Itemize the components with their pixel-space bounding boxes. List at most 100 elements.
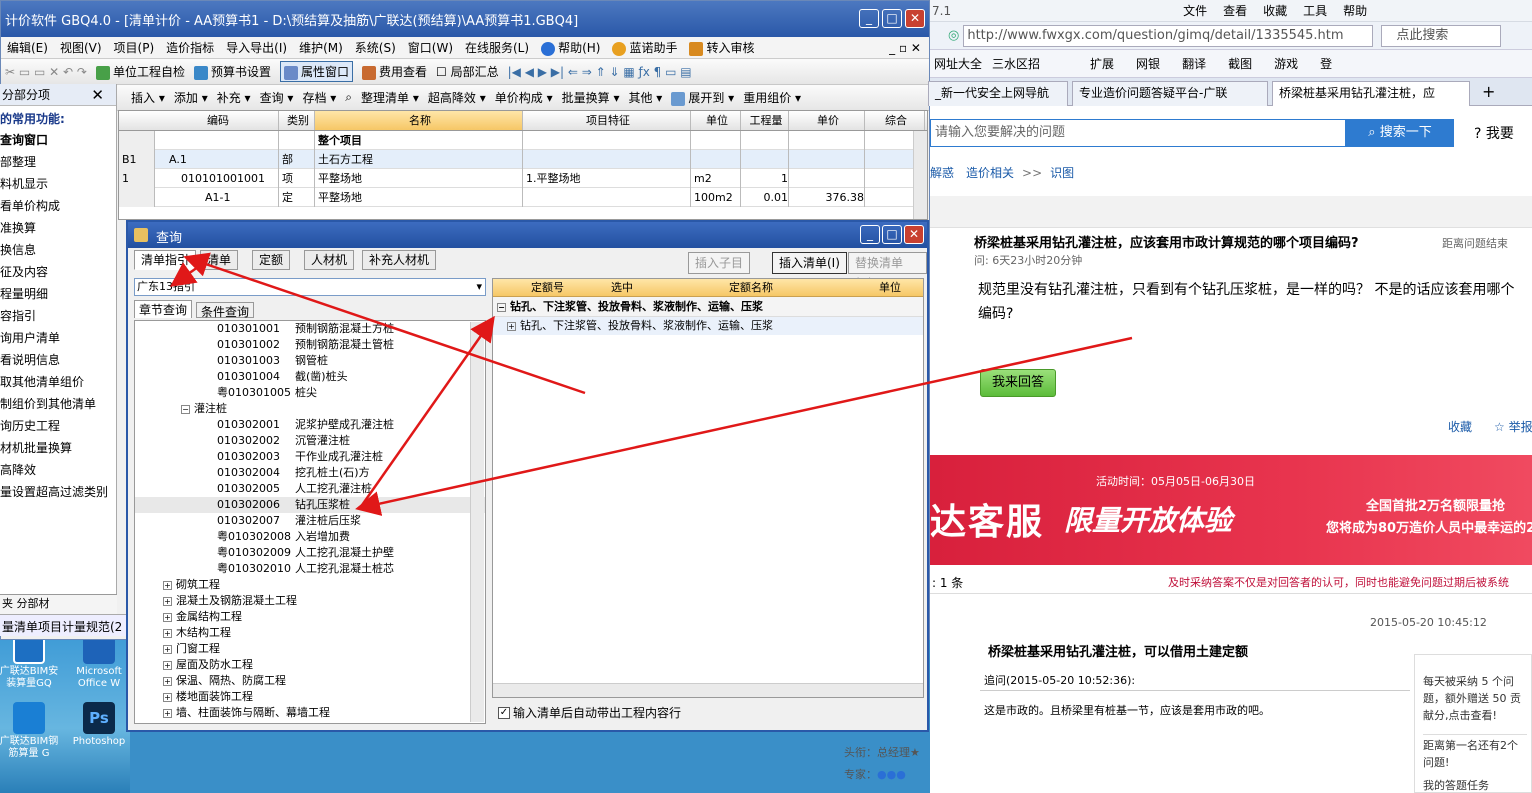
grid-row[interactable]: 1 010101001001 项平整场地 1.平整场地 m2 1 xyxy=(119,169,927,188)
fav-item[interactable]: 游戏 xyxy=(1274,55,1298,72)
close-icon[interactable]: ✕ xyxy=(91,86,104,104)
tree-node[interactable]: + 墙、柱面装饰与隔断、幕墙工程 xyxy=(135,705,485,721)
report-link[interactable]: ☆ 举报 xyxy=(1494,418,1532,435)
fav-item[interactable]: 网银 xyxy=(1136,55,1160,72)
tab-quota[interactable]: 定额 xyxy=(252,250,291,270)
tree-node[interactable]: + 金属结构工程 xyxy=(135,609,485,625)
tree-node[interactable]: 010301003 钢管桩 xyxy=(135,353,485,369)
clipboard-icons[interactable]: ✂ ▭ ▭ ✕ ↶ ↷ xyxy=(5,65,87,79)
close-button[interactable]: ✕ xyxy=(905,9,925,28)
add-menu[interactable]: 添加 ▾ xyxy=(174,89,208,106)
menu-import-export[interactable]: 导入导出(I) xyxy=(226,39,287,56)
function-item[interactable]: 材机批量换算 xyxy=(0,437,116,459)
tree-node[interactable]: + 门窗工程 xyxy=(135,641,485,657)
expand-to-menu[interactable]: 展开到 ▾ xyxy=(671,89,734,106)
collapse-icon[interactable]: − xyxy=(181,404,190,414)
tree-node[interactable]: 010302007 灌注桩后压浆 xyxy=(135,513,485,529)
fav-item[interactable]: 三水区招 xyxy=(992,55,1040,72)
subtab-condition[interactable]: 条件查询 xyxy=(196,302,255,319)
insert-menu[interactable]: 插入 ▾ xyxy=(131,89,165,106)
menu-maintain[interactable]: 维护(M) xyxy=(299,39,343,56)
desktop-icon-glodon-install[interactable]: 广联达BIM安装算量GQ xyxy=(0,632,60,690)
grid-col-header[interactable]: 工程量 xyxy=(741,111,789,130)
menu-project[interactable]: 项目(P) xyxy=(114,39,155,56)
tree-node[interactable]: 010301004 截(凿)桩头 xyxy=(135,369,485,385)
tab-list[interactable]: 清单 xyxy=(200,250,239,270)
fav-item[interactable]: 网址大全 xyxy=(934,55,982,72)
grid-row[interactable]: B1 A.1 部土石方工程 xyxy=(119,150,927,169)
tab-supplement-materials[interactable]: 补充人材机 xyxy=(362,250,437,270)
favorite-link[interactable]: 收藏 xyxy=(1448,418,1472,435)
function-item[interactable]: 容指引 xyxy=(0,305,116,327)
browser-tab-1[interactable]: _新一代安全上网导航 xyxy=(928,81,1068,106)
function-item[interactable]: 询用户清单 xyxy=(0,327,116,349)
function-item[interactable]: 高降效 xyxy=(0,459,116,481)
browser-search-input[interactable]: 点此搜索 xyxy=(1381,24,1502,47)
my-tasks-link[interactable]: 我的答题任务 xyxy=(1423,777,1527,793)
grid-col-header[interactable]: 名称 xyxy=(315,111,523,130)
function-item[interactable]: 部整理 xyxy=(0,151,116,173)
query-menu[interactable]: 查询 ▾ xyxy=(260,89,294,106)
tree-node[interactable]: + 屋面及防水工程 xyxy=(135,657,485,673)
breadcrumb-item[interactable]: 解惑 xyxy=(930,164,954,181)
function-item[interactable]: 看单价构成 xyxy=(0,195,116,217)
binoculars-icon[interactable]: ⌕ xyxy=(345,90,352,105)
tree-node[interactable]: 010302002 沉管灌注桩 xyxy=(135,433,485,449)
replace-list-button[interactable]: 替换清单(R) xyxy=(848,252,927,290)
tree-scrollbar[interactable] xyxy=(470,322,484,722)
minimize-button[interactable]: _ xyxy=(859,9,879,28)
tree-node[interactable]: + 楼地面装饰工程 xyxy=(135,689,485,705)
browser-tab-3[interactable]: 桥梁桩基采用钻孔灌注桩，应 xyxy=(1272,81,1470,106)
menu-system[interactable]: 系统(S) xyxy=(355,39,396,56)
function-item[interactable]: 征及内容 xyxy=(0,261,116,283)
height-reduction-menu[interactable]: 超高降效 ▾ xyxy=(428,89,486,106)
tree-node[interactable]: 010301002 预制钢筋混凝土管桩 xyxy=(135,337,485,353)
tree-node[interactable]: 010302001 泥浆护壁成孔灌注桩 xyxy=(135,417,485,433)
menu-help[interactable]: 帮助 xyxy=(1343,2,1367,19)
breadcrumb-item[interactable]: 识图 xyxy=(1050,164,1074,181)
function-item[interactable]: 换信息 xyxy=(0,239,116,261)
menu-assistant[interactable]: 蓝诺助手 xyxy=(612,39,677,56)
function-item[interactable]: 查询窗口 xyxy=(0,129,116,151)
quota-group-row[interactable]: − 钻孔、下注浆管、投放骨料、浆液制作、运输、压浆 xyxy=(493,297,923,317)
collapse-icon[interactable]: − xyxy=(497,302,506,312)
menu-audit[interactable]: 转入审核 xyxy=(689,39,754,56)
tree-node[interactable]: 粤010302010 人工挖孔混凝土桩芯 xyxy=(135,561,485,577)
grid-col-header[interactable]: 综合 xyxy=(865,111,925,130)
tree-node[interactable]: 010302006 钻孔压浆桩 xyxy=(135,497,485,513)
menu-tools[interactable]: 工具 xyxy=(1303,2,1327,19)
menu-view[interactable]: 视图(V) xyxy=(60,39,102,56)
tab-list-guide[interactable]: 清单指引 xyxy=(134,250,197,270)
tree-node[interactable]: + 混凝土及钢筋混凝土工程 xyxy=(135,593,485,609)
expand-icon[interactable]: + xyxy=(163,644,172,654)
browser-tab-2[interactable]: 专业造价问题答疑平台-广联 xyxy=(1072,81,1268,106)
menu-favorites[interactable]: 收藏 xyxy=(1263,2,1287,19)
subtab-chapter[interactable]: 章节查询 xyxy=(134,300,193,318)
dialog-minimize-button[interactable]: _ xyxy=(860,225,880,244)
function-item[interactable]: 询历史工程 xyxy=(0,415,116,437)
quota-item-row[interactable]: + 钻孔、下注浆管、投放骨料、浆液制作、运输、压浆 xyxy=(493,317,923,335)
site-search-button[interactable]: ⌕ 搜索一下 xyxy=(1346,119,1454,147)
unit-check-button[interactable]: 单位工程自检 xyxy=(95,63,185,80)
tree-node[interactable]: + 木结构工程 xyxy=(135,625,485,641)
supplement-menu[interactable]: 补充 ▾ xyxy=(217,89,251,106)
mdi-controls[interactable]: _ ▫ ✕ xyxy=(889,41,921,55)
menu-window[interactable]: 窗口(W) xyxy=(408,39,453,56)
insert-list-button[interactable]: 插入清单(I) xyxy=(772,252,847,274)
ad-banner[interactable]: 活动时间：05月05日-06月30日 达客服 限量开放体验 全国首批2万名额限量… xyxy=(930,455,1532,565)
other-menu[interactable]: 其他 ▾ xyxy=(628,89,662,106)
function-item[interactable]: 量设置超高过滤类别 xyxy=(0,481,116,503)
menu-view[interactable]: 查看 xyxy=(1223,2,1247,19)
nav-arrows-icon[interactable]: |◀ ◀ ▶ ▶| ⇐ ⇒ ⇑ ⇓ ▦ ƒx ¶ ▭ ▤ xyxy=(508,65,692,79)
expand-icon[interactable]: + xyxy=(163,596,172,606)
fav-item[interactable]: 翻译 xyxy=(1182,55,1206,72)
new-tab-button[interactable]: + xyxy=(1482,82,1495,101)
grid-col-header[interactable]: 编码 xyxy=(155,111,279,130)
expand-icon[interactable]: + xyxy=(163,580,172,590)
checkbox-checked-icon[interactable]: ✓ xyxy=(498,706,510,719)
fav-item[interactable]: 截图 xyxy=(1228,55,1252,72)
grid-col-header[interactable]: 项目特征 xyxy=(523,111,691,130)
desktop-icon-photoshop[interactable]: Ps Photoshop xyxy=(68,702,130,748)
fav-item[interactable]: 扩展 xyxy=(1090,55,1114,72)
auto-content-checkbox[interactable]: ✓ 输入清单后自动带出工程内容行 xyxy=(498,704,681,721)
